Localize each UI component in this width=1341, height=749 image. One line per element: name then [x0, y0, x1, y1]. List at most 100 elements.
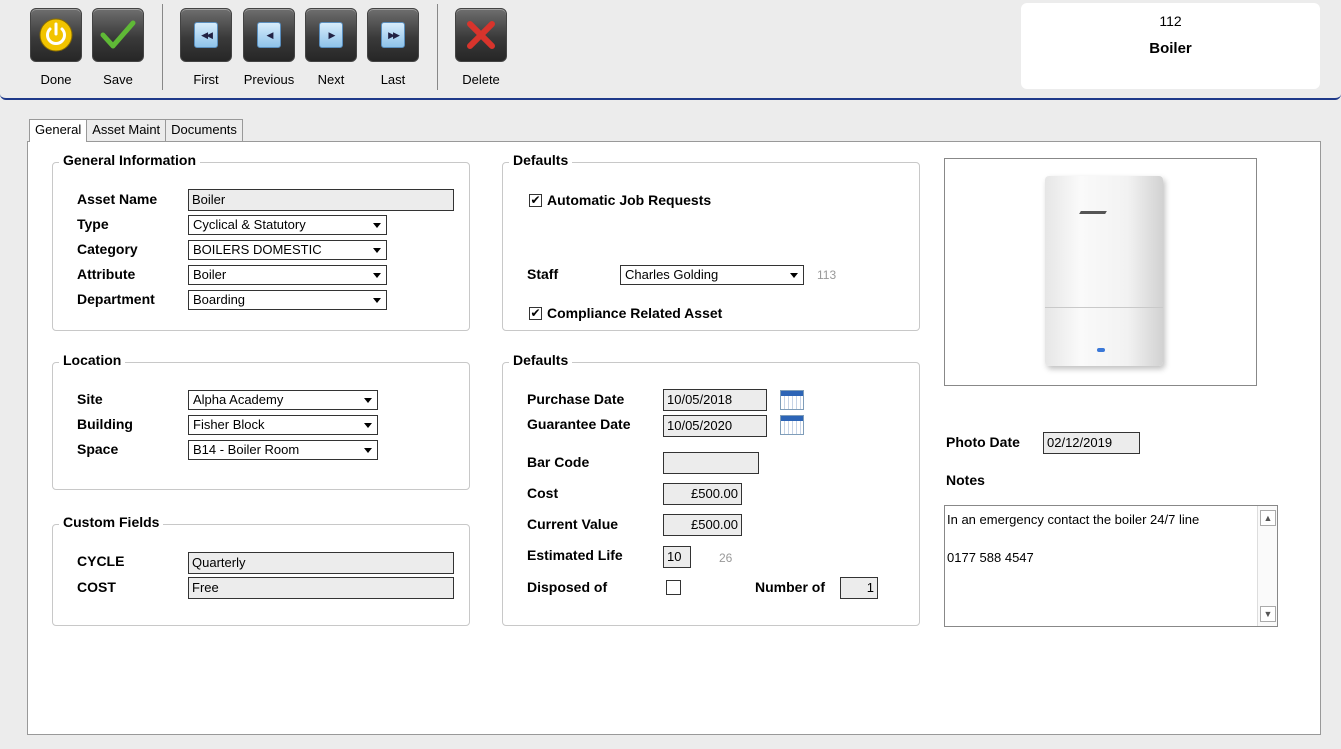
- cost-field[interactable]: £500.00: [663, 483, 742, 505]
- building-value: Fisher Block: [193, 417, 265, 432]
- staff-select[interactable]: Charles Golding: [620, 265, 804, 285]
- site-select[interactable]: Alpha Academy: [188, 390, 378, 410]
- chevron-down-icon: [373, 248, 381, 253]
- first-label: First: [193, 72, 219, 87]
- category-value: BOILERS DOMESTIC: [193, 242, 322, 257]
- chevron-down-icon: [364, 398, 372, 403]
- scroll-down-icon[interactable]: ▼: [1260, 606, 1276, 622]
- current-value-field[interactable]: £500.00: [663, 514, 742, 536]
- toolbar-separator: [162, 4, 163, 90]
- done-button[interactable]: Done: [26, 8, 86, 87]
- record-name: Boiler: [1149, 40, 1192, 57]
- disposed-label: Disposed of: [527, 579, 608, 595]
- chevron-down-icon: [364, 423, 372, 428]
- tab-asset-maint[interactable]: Asset Maint: [86, 119, 167, 141]
- scroll-up-icon[interactable]: ▲: [1260, 510, 1276, 526]
- chevron-down-icon: [373, 273, 381, 278]
- number-of-field[interactable]: 1: [840, 577, 878, 599]
- asset-name-label: Asset Name: [77, 191, 158, 207]
- building-select[interactable]: Fisher Block: [188, 415, 378, 435]
- barcode-label: Bar Code: [527, 454, 590, 470]
- guarantee-date-label: Guarantee Date: [527, 416, 631, 432]
- chevron-down-icon: [373, 223, 381, 228]
- category-label: Category: [77, 241, 138, 257]
- notes-scrollbar[interactable]: ▲ ▼: [1257, 506, 1277, 626]
- cost-label: Cost: [527, 485, 559, 501]
- cost-custom-field[interactable]: Free: [188, 577, 454, 599]
- photo-date-field[interactable]: 02/12/2019: [1043, 432, 1140, 454]
- next-icon: ▶: [305, 8, 357, 62]
- staff-id: 113: [817, 268, 837, 282]
- attribute-select[interactable]: Boiler: [188, 265, 387, 285]
- previous-icon: ◀: [243, 8, 295, 62]
- notes-line: 0177 588 4547: [947, 550, 1034, 565]
- asset-photo[interactable]: [944, 158, 1257, 386]
- building-label: Building: [77, 416, 133, 432]
- next-button[interactable]: ▶ Next: [301, 8, 361, 87]
- last-label: Last: [380, 72, 406, 87]
- chevron-down-icon: [364, 448, 372, 453]
- chevron-down-icon: [373, 298, 381, 303]
- last-button[interactable]: ▶▶ Last: [363, 8, 423, 87]
- space-select[interactable]: B14 - Boiler Room: [188, 440, 378, 460]
- number-of-label: Number of: [755, 579, 825, 595]
- group-title: Custom Fields: [59, 514, 164, 530]
- photo-date-label: Photo Date: [946, 434, 1020, 450]
- current-value-label: Current Value: [527, 516, 619, 532]
- staff-label: Staff: [527, 266, 559, 282]
- auto-job-label: Automatic Job Requests: [547, 192, 712, 208]
- first-button[interactable]: ◀◀ First: [176, 8, 236, 87]
- boiler-image: [1045, 176, 1163, 366]
- calendar-icon[interactable]: [780, 390, 804, 410]
- compliance-checkbox[interactable]: ✔: [529, 307, 542, 320]
- calendar-icon[interactable]: [780, 415, 804, 435]
- custom-fields-group: Custom Fields: [52, 514, 470, 626]
- power-icon: [30, 8, 82, 62]
- asset-name-field[interactable]: Boiler: [188, 189, 454, 211]
- attribute-value: Boiler: [193, 267, 227, 282]
- cost-custom-label: COST: [77, 579, 116, 595]
- panel-seam: [1045, 307, 1163, 308]
- status-light-icon: [1097, 348, 1105, 352]
- group-title: General Information: [59, 152, 201, 168]
- chevron-down-icon: [790, 273, 798, 278]
- brand-logo-icon: [1079, 211, 1107, 214]
- site-label: Site: [77, 391, 103, 407]
- save-button[interactable]: Save: [88, 8, 148, 87]
- notes-label: Notes: [946, 472, 985, 488]
- barcode-field[interactable]: [663, 452, 759, 474]
- notes-textarea[interactable]: In an emergency contact the boiler 24/7 …: [944, 505, 1278, 627]
- next-label: Next: [317, 72, 345, 87]
- compliance-label: Compliance Related Asset: [547, 305, 723, 321]
- notes-text: In an emergency contact the boiler 24/7 …: [947, 510, 1259, 586]
- group-title: Defaults: [509, 152, 573, 168]
- delete-button[interactable]: Delete: [451, 8, 511, 87]
- tab-bar: General Asset Maint Documents: [29, 119, 243, 142]
- category-select[interactable]: BOILERS DOMESTIC: [188, 240, 387, 260]
- group-title: Defaults: [509, 352, 573, 368]
- estimated-life-extra: 26: [719, 551, 733, 565]
- cycle-field[interactable]: Quarterly: [188, 552, 454, 574]
- guarantee-date-field[interactable]: 10/05/2020: [663, 415, 767, 437]
- estimated-life-field[interactable]: 10: [663, 546, 691, 568]
- last-icon: ▶▶: [367, 8, 419, 62]
- staff-value: Charles Golding: [625, 267, 719, 282]
- disposed-checkbox[interactable]: [666, 580, 681, 595]
- type-label: Type: [77, 216, 109, 232]
- space-value: B14 - Boiler Room: [193, 442, 300, 457]
- tab-general[interactable]: General: [29, 119, 88, 142]
- first-icon: ◀◀: [180, 8, 232, 62]
- auto-job-checkbox[interactable]: ✔: [529, 194, 542, 207]
- checkmark-icon: [92, 8, 144, 62]
- toolbar: Done Save ◀◀ First ◀ Previous ▶ Next ▶▶ …: [0, 0, 1341, 100]
- type-select[interactable]: Cyclical & Statutory: [188, 215, 387, 235]
- group-title: Location: [59, 352, 126, 368]
- record-header: 112 Boiler: [1021, 3, 1320, 89]
- purchase-date-field[interactable]: 10/05/2018: [663, 389, 767, 411]
- tab-documents[interactable]: Documents: [165, 119, 243, 141]
- toolbar-separator: [437, 4, 438, 90]
- delete-x-icon: [455, 8, 507, 62]
- department-value: Boarding: [193, 292, 246, 307]
- previous-button[interactable]: ◀ Previous: [239, 8, 299, 87]
- department-select[interactable]: Boarding: [188, 290, 387, 310]
